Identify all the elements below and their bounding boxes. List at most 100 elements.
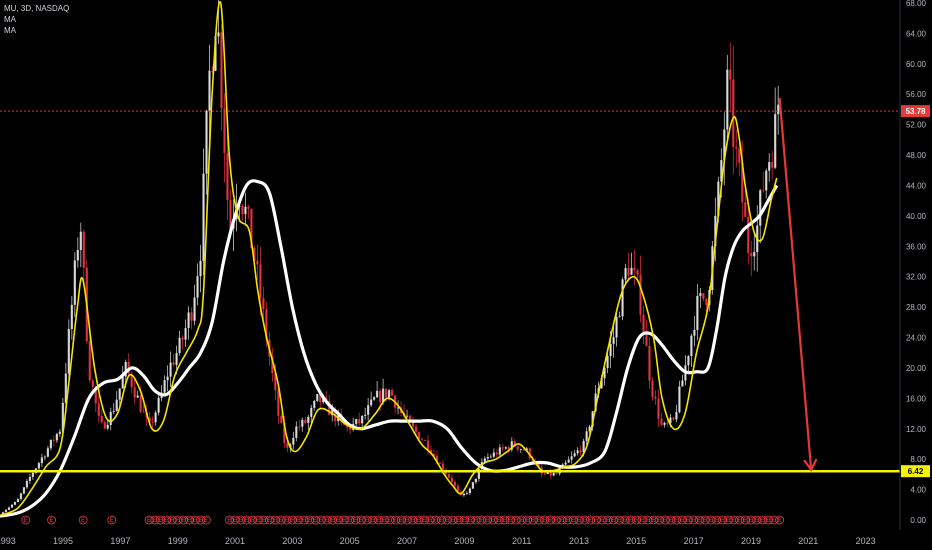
price-bar-body — [13, 502, 17, 505]
price-bar-body — [154, 412, 157, 423]
x-tick-label: 1995 — [53, 536, 73, 546]
price-bar-body — [768, 162, 771, 171]
price-bar-body — [367, 405, 370, 415]
price-bar-body — [405, 415, 409, 417]
earnings-marker-label: E — [520, 518, 524, 524]
price-bar-body — [217, 32, 220, 37]
price-bar-body — [615, 317, 618, 338]
price-bar-body — [732, 79, 735, 147]
price-chart[interactable]: EEEEEEEEEEEEEEEEEEEEEEEEEEEEEEEEEEEEEEEE… — [0, 0, 932, 550]
earnings-marker-label: E — [290, 518, 294, 524]
price-bar-body — [46, 448, 49, 457]
price-bar-body — [22, 487, 26, 494]
price-bar-body — [91, 380, 94, 387]
price-bar-body — [205, 110, 208, 174]
price-bar-body — [573, 453, 576, 457]
price-bar-body — [765, 170, 768, 191]
price-bar-body — [115, 399, 118, 411]
price-bar-body — [52, 439, 55, 441]
symbol-label[interactable]: MU, 3D, NASDAQ — [4, 3, 69, 14]
price-bar-body — [43, 456, 46, 458]
price-bar-body — [169, 362, 172, 377]
price-bar-body — [738, 148, 741, 163]
price-bar-body — [564, 462, 567, 465]
x-tick-label: 2017 — [684, 536, 704, 546]
price-bar-body — [184, 328, 187, 340]
price-bar-body — [567, 459, 570, 463]
earnings-marker-label: E — [24, 518, 28, 524]
y-tick-label: 28.00 — [906, 303, 927, 312]
price-bar-body — [639, 274, 642, 315]
y-tick-label: 36.00 — [906, 242, 927, 251]
price-bar-body — [543, 473, 546, 475]
x-tick-label: 2011 — [512, 536, 531, 546]
price-bar-body — [223, 108, 226, 154]
price-bar-body — [426, 440, 430, 450]
earnings-marker-label: E — [577, 518, 581, 524]
price-bar-body — [193, 297, 196, 321]
price-bar-body — [376, 390, 379, 398]
earnings-marker-label: E — [611, 518, 615, 524]
earnings-marker-label: E — [737, 518, 741, 524]
price-bar-body — [693, 329, 696, 336]
earnings-marker-label: E — [227, 518, 231, 524]
price-bar-body — [298, 426, 301, 428]
earnings-marker-label: E — [405, 518, 409, 524]
earnings-marker-label: E — [755, 518, 759, 524]
price-bar-body — [109, 411, 112, 425]
price-bar-body — [414, 426, 418, 432]
price-bar-body — [453, 481, 457, 486]
earnings-marker-label: E — [617, 518, 621, 524]
earnings-marker-label: E — [273, 518, 277, 524]
earnings-marker-label: E — [81, 518, 85, 524]
earnings-marker-label: E — [457, 518, 461, 524]
earnings-marker-label: E — [646, 518, 650, 524]
x-tick-label: 2021 — [798, 536, 818, 546]
price-bar-body — [262, 298, 265, 310]
price-bar-body — [31, 472, 35, 477]
earnings-marker-label: E — [342, 518, 346, 524]
indicator-label-ma-2[interactable]: MA — [4, 25, 69, 36]
price-bar-body — [118, 388, 121, 400]
earnings-marker-label: E — [692, 518, 696, 524]
earnings-marker-label: E — [170, 518, 174, 524]
price-bar-body — [58, 431, 61, 434]
earnings-marker-label: E — [434, 518, 438, 524]
price-bar-body — [384, 388, 388, 398]
price-bar-body — [190, 312, 193, 321]
price-bar-body — [307, 416, 310, 423]
price-bar-body — [202, 173, 205, 261]
price-bar-body — [672, 417, 675, 420]
price-bar-body — [304, 419, 307, 423]
price-bar-body — [585, 431, 588, 441]
earnings-marker-label: E — [657, 518, 661, 524]
x-tick-label: 2005 — [340, 536, 360, 546]
earnings-marker-label: E — [262, 518, 266, 524]
earnings-marker-label: E — [199, 518, 203, 524]
price-bar-body — [112, 410, 115, 412]
earnings-marker-label: E — [204, 518, 208, 524]
earnings-marker-label: E — [110, 518, 114, 524]
price-bar-body — [97, 403, 100, 416]
price-bar-body — [358, 419, 361, 424]
earnings-marker-label: E — [749, 518, 753, 524]
indicator-label-ma-1[interactable]: MA — [4, 14, 69, 25]
x-tick-label: 1997 — [110, 536, 130, 546]
price-bar-body — [762, 190, 765, 192]
earnings-marker-label: E — [583, 518, 587, 524]
price-bar-body — [660, 418, 663, 425]
earnings-marker-label: E — [296, 518, 300, 524]
earnings-marker-label: E — [669, 518, 673, 524]
y-tick-label: 64.00 — [906, 29, 927, 38]
earnings-marker-label: E — [629, 518, 633, 524]
earnings-marker-label: E — [502, 518, 506, 524]
price-bar-body — [465, 493, 469, 494]
earnings-marker-label: E — [313, 518, 317, 524]
earnings-marker-label: E — [422, 518, 426, 524]
price-bar-body — [771, 162, 774, 168]
price-bar-body — [774, 114, 777, 168]
earnings-marker-label: E — [715, 518, 719, 524]
earnings-marker-label: E — [147, 518, 151, 524]
earnings-marker-label: E — [181, 518, 185, 524]
y-tick-label: 60.00 — [906, 60, 927, 69]
